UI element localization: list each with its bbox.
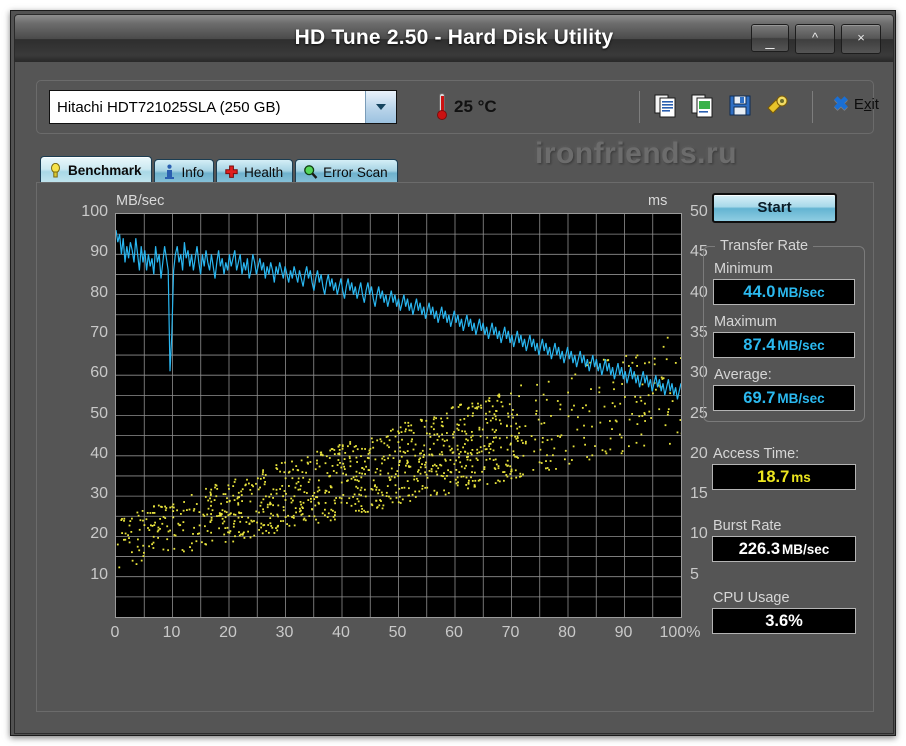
minimum-label: Minimum	[714, 261, 864, 277]
title-bar: HD Tune 2.50 - Hard Disk Utility _ ^ ×	[14, 14, 894, 62]
y-tick-30: 30	[70, 485, 108, 503]
maximize-button[interactable]: ^	[795, 24, 835, 54]
x-tick-7: 70	[489, 624, 533, 642]
x-tick-3: 30	[263, 624, 307, 642]
toolbar-separator-left	[639, 91, 640, 123]
tab-info[interactable]: Info	[154, 159, 215, 184]
x-tick-8: 80	[545, 624, 589, 642]
chart-x-axis-ticks: 0102030405060708090100%	[115, 624, 682, 648]
tab-strip: Benchmark Info Health	[40, 156, 400, 184]
minimize-button[interactable]: _	[751, 24, 789, 52]
options-icon[interactable]	[765, 92, 789, 118]
benchmark-panel: MB/sec ms 100908070605040302010 50454035…	[36, 182, 874, 712]
average-unit: MB/sec	[777, 391, 824, 406]
y-tick-80: 80	[70, 284, 108, 302]
y-tick-40: 40	[70, 445, 108, 463]
temperature-value: 25 °C	[454, 97, 497, 117]
x-tick-10: 100%	[658, 624, 702, 642]
burst-rate-readout: 226.3MB/sec	[712, 536, 856, 562]
x-tick-1: 10	[150, 624, 194, 642]
exit-button[interactable]: ✖ Exit	[833, 95, 879, 114]
tab-error-scan-label: Error Scan	[323, 165, 388, 180]
info-icon	[162, 164, 177, 180]
average-label: Average:	[714, 367, 864, 383]
access-time-value: 18.7	[757, 468, 789, 487]
access-time-unit: ms	[791, 470, 811, 485]
hdtune-window: HD Tune 2.50 - Hard Disk Utility _ ^ × i…	[10, 10, 896, 736]
bulb-icon	[48, 163, 63, 179]
x-tick-2: 20	[206, 624, 250, 642]
chart-plot-area	[115, 213, 682, 618]
copy-icon[interactable]	[654, 92, 678, 118]
transfer-rate-group-title: Transfer Rate	[715, 238, 813, 254]
access-time-readout: 18.7ms	[712, 464, 856, 490]
close-x-icon: ✖	[833, 95, 849, 114]
maximum-value: 87.4	[743, 336, 775, 355]
minimum-readout: 44.0MB/sec	[713, 279, 855, 305]
x-tick-4: 40	[319, 624, 363, 642]
y-tick-20: 20	[70, 525, 108, 543]
y-tick-100: 100	[70, 203, 108, 221]
cpu-usage-field: CPU Usage 3.6%	[703, 590, 865, 643]
burst-rate-label: Burst Rate	[713, 518, 865, 534]
x-tick-5: 50	[376, 624, 420, 642]
y-tick-90: 90	[70, 243, 108, 261]
x-tick-6: 60	[432, 624, 476, 642]
client-area: ironfriends.ru Hitachi HDT721025SLA (250…	[14, 62, 894, 734]
x-tick-9: 90	[602, 624, 646, 642]
benchmark-chart: MB/sec ms 100908070605040302010 50454035…	[42, 188, 692, 706]
average-readout: 69.7MB/sec	[713, 385, 855, 411]
toolbar-separator-right	[812, 91, 813, 123]
cpu-usage-value: 3.6%	[765, 612, 803, 631]
chart-y-axis-unit: MB/sec	[116, 193, 164, 209]
results-pane: Start Transfer Rate Minimum 44.0MB/sec M…	[699, 188, 869, 706]
average-value: 69.7	[743, 389, 775, 408]
site-watermark: ironfriends.ru	[535, 137, 737, 171]
access-time-label: Access Time:	[713, 446, 865, 462]
toolbar-icon-group	[654, 92, 789, 118]
burst-rate-unit: MB/sec	[782, 542, 829, 557]
save-icon[interactable]	[728, 92, 752, 118]
tab-health[interactable]: Health	[216, 159, 293, 184]
window-controls: _ ^ ×	[751, 24, 881, 54]
chart-y2-axis-unit: ms	[648, 193, 667, 209]
y-tick-70: 70	[70, 324, 108, 342]
x-tick-0: 0	[93, 624, 137, 642]
minimum-value: 44.0	[743, 283, 775, 302]
maximum-unit: MB/sec	[777, 338, 824, 353]
burst-rate-value: 226.3	[739, 540, 780, 559]
toolbar-panel: Hitachi HDT721025SLA (250 GB) 25 °C	[36, 80, 874, 134]
y-tick-60: 60	[70, 364, 108, 382]
minimum-unit: MB/sec	[777, 285, 824, 300]
close-button[interactable]: ×	[841, 24, 881, 54]
temperature-indicator: 25 °C	[437, 93, 497, 121]
tab-error-scan[interactable]: Error Scan	[295, 159, 398, 184]
cpu-usage-readout: 3.6%	[712, 608, 856, 634]
drive-select[interactable]: Hitachi HDT721025SLA (250 GB)	[49, 90, 397, 124]
tab-benchmark-label: Benchmark	[68, 163, 142, 178]
thermometer-icon	[437, 93, 447, 121]
chevron-down-icon[interactable]	[365, 91, 396, 123]
copy-screenshot-icon[interactable]	[691, 92, 715, 118]
health-cross-icon	[224, 164, 239, 180]
drive-select-value: Hitachi HDT721025SLA (250 GB)	[50, 99, 365, 116]
magnifier-icon	[303, 164, 318, 180]
transfer-rate-group: Transfer Rate Minimum 44.0MB/sec Maximum…	[703, 246, 865, 422]
tab-info-label: Info	[182, 165, 205, 180]
maximum-readout: 87.4MB/sec	[713, 332, 855, 358]
tab-health-label: Health	[244, 165, 283, 180]
chart-y-axis-ticks: 100908070605040302010	[64, 213, 108, 618]
start-button[interactable]: Start	[712, 193, 837, 223]
tab-benchmark[interactable]: Benchmark	[40, 156, 152, 184]
cpu-usage-label: CPU Usage	[713, 590, 865, 606]
y-tick-10: 10	[70, 566, 108, 584]
access-time-field: Access Time: 18.7ms	[703, 446, 865, 499]
chart-svg	[116, 214, 681, 617]
burst-rate-field: Burst Rate 226.3MB/sec	[703, 518, 865, 571]
y-tick-50: 50	[70, 405, 108, 423]
exit-button-label: Exit	[854, 96, 879, 113]
maximum-label: Maximum	[714, 314, 864, 330]
